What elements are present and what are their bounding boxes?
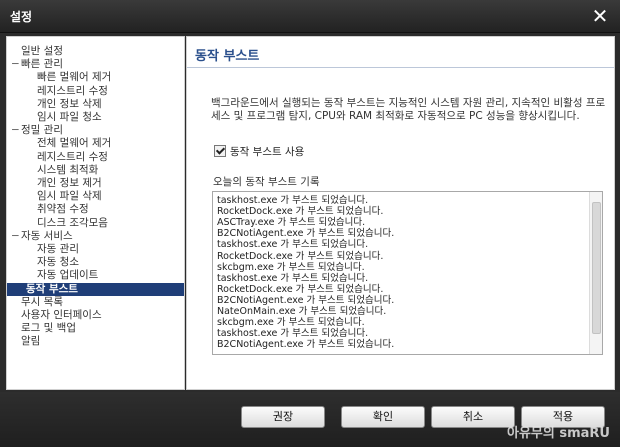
log-scrollbar[interactable] [589,192,602,354]
sidebar-item-label: 자동 업데이트 [37,269,99,282]
sidebar-item[interactable]: 개인 정보 삭제 [37,98,102,111]
sidebar-item[interactable]: 레지스트리 수정 [37,85,108,98]
sidebar-item-label: 일반 설정 [21,45,63,57]
sidebar-item-label: 동작 부스트 [26,282,78,295]
log-entry: RocketDock.exe 가 부스트 되었습니다. [217,250,384,262]
sidebar-item[interactable]: 레지스트리 수정 [37,151,108,164]
log-entry: B2CNotiAgent.exe 가 부스트 되었습니다. [217,228,395,240]
sidebar-item-label: 임시 파일 청소 [37,111,102,123]
recommended-button[interactable]: 권장 [241,406,325,428]
log-entry: taskhost.exe 가 부스트 되었습니다. [217,239,369,251]
sidebar-item-label: 자동 청소 [37,256,79,269]
sidebar-item-label: 정밀 관리 [21,124,63,137]
sidebar-item[interactable]: 자동 업데이트 [37,269,98,282]
sidebar-item-label: 무시 목록 [21,295,63,308]
log-entry: skcbgm.exe 가 부스트 되었습니다. [217,261,365,273]
sidebar-item[interactable]: 동작 부스트 [7,282,184,296]
collapse-toggle-icon[interactable]: − [11,124,21,137]
sidebar-item-label: 레지스트리 수정 [37,84,108,97]
sidebar-item[interactable]: 시스템 최적화 [37,164,98,177]
sidebar-item-label: 레지스트리 수정 [37,150,108,163]
log-entry: RocketDock.exe 가 부스트 되었습니다. [217,283,384,295]
title-divider [187,67,614,68]
sidebar-item[interactable]: 취약점 수정 [37,203,89,216]
collapse-toggle-icon[interactable]: − [11,58,21,71]
log-entry: taskhost.exe 가 부스트 되었습니다. [217,272,369,284]
title-bar: 설정 ✕ [0,0,620,33]
log-entry: B2CNotiAgent.exe 가 부스트 되었습니다. [217,339,395,351]
sidebar-item-label: 취약점 수정 [37,203,89,216]
close-icon[interactable]: ✕ [588,4,612,28]
sidebar-item[interactable]: 일반 설정 [11,45,63,58]
log-entry: RocketDock.exe 가 부스트 되었습니다. [217,206,384,218]
boost-log-list[interactable]: taskhost.exe 가 부스트 되었습니다. RocketDock.exe … [212,191,603,355]
sidebar-item-label: 빠른 멀웨어 제거 [37,71,112,84]
sidebar-item-label: 자동 관리 [37,243,79,255]
log-label: 오늘의 동작 부스트 기록 [213,176,320,188]
sidebar-item[interactable]: 전체 멀웨어 제거 [37,137,111,150]
sidebar-item-label: 개인 정보 제거 [37,177,102,189]
sidebar-item-label: 자동 서비스 [21,229,73,242]
scrollbar-thumb[interactable] [592,202,601,334]
sidebar-item-label: 임시 파일 삭제 [37,190,102,203]
sidebar-item[interactable]: 자동 관리 [37,243,79,256]
sidebar-item[interactable]: 알림 [11,335,40,348]
sidebar-item-label: 시스템 최적화 [37,163,99,176]
feature-description: 백그라운드에서 실행되는 동작 부스트는 지능적인 시스템 자원 관리, 지속적… [211,97,606,122]
sidebar-item[interactable]: 임시 파일 삭제 [37,190,102,203]
log-entry: taskhost.exe 가 부스트 되었습니다. [217,328,369,340]
sidebar-item[interactable]: 빠른 멀웨어 제거 [37,71,111,84]
sidebar-item[interactable]: 로그 및 백업 [11,322,76,335]
sidebar-item[interactable]: 디스크 조각모음 [37,217,108,230]
sidebar-item-label: 개인 정보 삭제 [37,97,102,110]
sidebar-item[interactable]: −자동 서비스 [11,230,73,243]
cancel-button[interactable]: 취소 [431,406,515,428]
sidebar-item-label: 로그 및 백업 [21,322,76,335]
ok-button[interactable]: 확인 [341,406,425,428]
page-title: 동작 부스트 [195,49,260,64]
sidebar-item-label: 전체 멀웨어 제거 [37,137,112,150]
log-entry: ASCTray.exe 가 부스트 되었습니다. [217,217,366,229]
sidebar-item[interactable]: −정밀 관리 [11,124,63,137]
settings-window: 설정 ✕ 일반 설정 −빠른 관리 빠른 멀웨어 제거 레지스트리 수정 개인 정보 삭… [0,0,620,447]
watermark: 아유무의 smaRU [507,426,610,441]
main-panel: 동작 부스트 백그라운드에서 실행되는 동작 부스트는 지능적인 시스템 자원 … [186,36,615,390]
log-entry: NateOnMain.exe 가 부스트 되었습니다. [217,306,387,317]
sidebar-item[interactable]: 사용자 인터페이스 [11,309,102,322]
log-entry: skcbgm.exe 가 부스트 되었습니다. [217,317,365,329]
checkbox-checked-icon[interactable] [214,145,226,157]
settings-sidebar: 일반 설정 −빠른 관리 빠른 멀웨어 제거 레지스트리 수정 개인 정보 삭제 임시 파… [6,36,185,390]
sidebar-item[interactable]: −빠른 관리 [11,58,63,71]
enable-boost-checkbox[interactable]: 동작 부스트 사용 [214,145,304,159]
sidebar-item-label: 알림 [21,335,41,348]
sidebar-item[interactable]: 무시 목록 [11,296,63,309]
collapse-toggle-icon[interactable]: − [11,230,21,243]
sidebar-item[interactable]: 개인 정보 제거 [37,177,102,190]
sidebar-item-label: 사용자 인터페이스 [21,309,102,321]
sidebar-item-label: 빠른 관리 [21,58,63,71]
log-entry: B2CNotiAgent.exe 가 부스트 되었습니다. [217,294,395,306]
log-entry: taskhost.exe 가 부스트 되었습니다. [217,195,369,206]
checkbox-label: 동작 부스트 사용 [230,146,305,158]
button-bar: 권장 확인 취소 적용 아유무의 smaRU [0,392,620,447]
sidebar-item-label: 디스크 조각모음 [37,216,108,229]
sidebar-item[interactable]: 임시 파일 청소 [37,111,102,124]
sidebar-item[interactable]: 자동 청소 [37,256,79,269]
window-title: 설정 [10,10,33,24]
